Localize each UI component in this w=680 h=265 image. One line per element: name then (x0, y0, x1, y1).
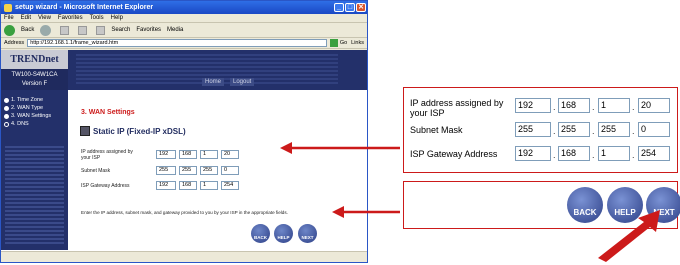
arrow-to-fields (280, 142, 400, 154)
annotation-arrows (280, 142, 660, 262)
arrow-to-next (598, 210, 660, 262)
arrow-to-buttons (332, 206, 400, 218)
